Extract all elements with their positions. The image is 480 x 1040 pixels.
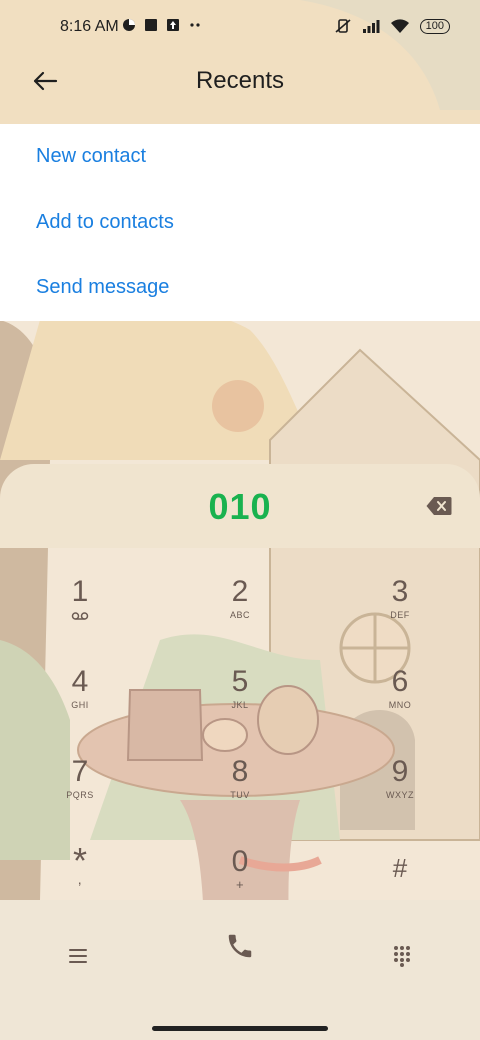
key-4[interactable]: 4 GHI: [30, 665, 130, 735]
key-letters: MNO: [388, 700, 412, 710]
voicemail-icon: [71, 612, 89, 620]
key-5[interactable]: 5 JKL: [190, 665, 290, 735]
status-notification-icons: [122, 18, 202, 32]
status-system-icons: 100: [334, 18, 450, 34]
number-actions-menu: New contact Add to contacts Send message: [0, 124, 480, 321]
menu-button[interactable]: [58, 936, 98, 976]
key-letters: PQRS: [66, 790, 94, 800]
send-message-item[interactable]: Send message: [0, 255, 480, 321]
key-letters: ABC: [229, 610, 250, 620]
key-digit: 0: [231, 845, 249, 878]
page-title: Recents: [195, 67, 285, 94]
key-letters: WXYZ: [386, 790, 414, 800]
status-time: 8:16 AM: [60, 18, 119, 35]
key-letters: TUV: [230, 790, 250, 800]
key-digit: 7: [71, 755, 89, 788]
key-digit: #: [392, 853, 408, 883]
status-bar: 8:16 AM 100: [0, 0, 480, 56]
upload-notification-icon: [167, 19, 179, 31]
wifi-icon: [390, 19, 409, 33]
key-letters: GHI: [71, 700, 89, 710]
data-saver-icon: [123, 19, 135, 31]
add-to-contacts-item[interactable]: Add to contacts: [0, 190, 480, 256]
dialpad-icon: [394, 946, 410, 967]
key-2[interactable]: 2 ABC: [190, 575, 290, 645]
new-contact-item[interactable]: New contact: [0, 124, 480, 190]
key-hash[interactable]: #: [350, 845, 450, 915]
key-6[interactable]: 6 MNO: [350, 665, 450, 735]
dialer-bottom-bar: [0, 920, 480, 990]
signal-icon: [362, 20, 380, 33]
menu-icon: [69, 949, 87, 963]
key-letters: ,: [77, 871, 83, 887]
more-dots-icon: [190, 23, 200, 27]
phone-icon: [228, 934, 252, 958]
key-8[interactable]: 8 TUV: [190, 755, 290, 825]
key-letters: DEF: [390, 610, 410, 620]
backspace-icon[interactable]: [426, 496, 452, 516]
dialed-number-bar: 010: [0, 464, 480, 548]
battery-indicator: 100: [419, 18, 450, 34]
key-3[interactable]: 3 DEF: [350, 575, 450, 645]
app-header: Recents: [0, 56, 480, 124]
key-9[interactable]: 9 WXYZ: [350, 755, 450, 825]
key-digit: 9: [391, 755, 409, 788]
key-1[interactable]: 1: [30, 575, 130, 645]
home-indicator[interactable]: [152, 1026, 328, 1031]
key-star[interactable]: * ,: [30, 843, 130, 915]
key-digit: 5: [231, 665, 249, 698]
key-digit: 3: [391, 575, 409, 608]
key-letters: +: [235, 877, 245, 892]
key-digit: 6: [391, 665, 409, 698]
key-7[interactable]: 7 PQRS: [30, 755, 130, 825]
key-digit: 1: [71, 575, 89, 608]
dialed-number[interactable]: 010: [0, 486, 480, 528]
key-letters: JKL: [231, 700, 249, 710]
key-digit: 2: [231, 575, 249, 608]
vibrate-muted-icon: [335, 19, 351, 33]
call-button[interactable]: [218, 924, 262, 968]
key-0[interactable]: 0 +: [190, 845, 290, 915]
key-digit: 4: [71, 665, 89, 698]
dialpad-toggle-button[interactable]: [382, 936, 422, 976]
key-digit: 8: [231, 755, 249, 788]
square-notification-icon: [145, 19, 157, 31]
